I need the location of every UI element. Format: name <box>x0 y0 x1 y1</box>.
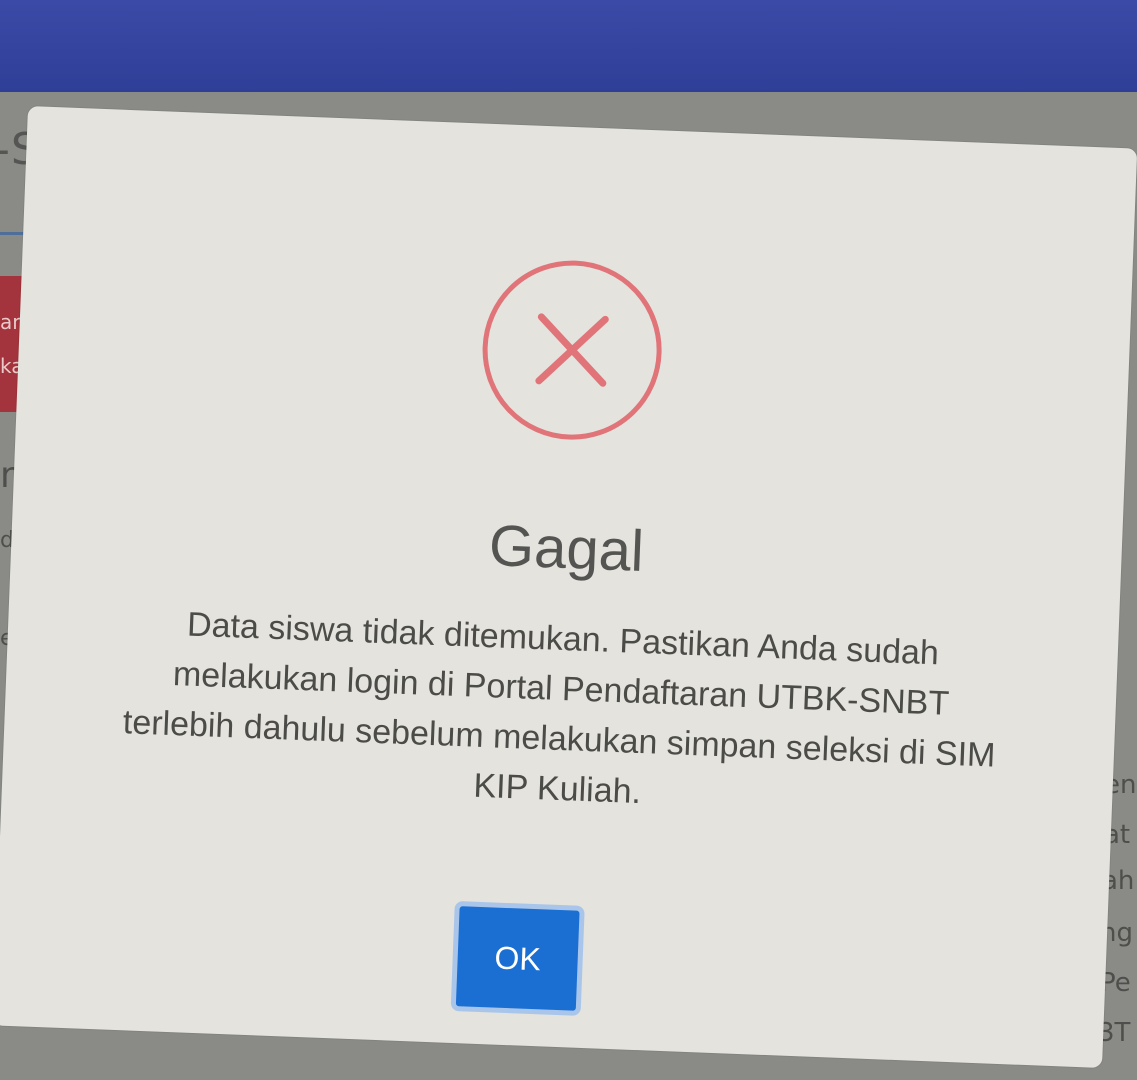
error-x-icon <box>479 257 666 444</box>
dialog-message: Data siswa tidak ditemukan. Pastikan And… <box>122 605 997 812</box>
dialog-title: Gagal <box>487 513 646 584</box>
top-bar <box>0 0 1137 92</box>
ok-button[interactable]: OK <box>450 901 585 1016</box>
error-dialog: Gagal Data siswa tidak ditemukan. Pastik… <box>0 106 1137 1068</box>
